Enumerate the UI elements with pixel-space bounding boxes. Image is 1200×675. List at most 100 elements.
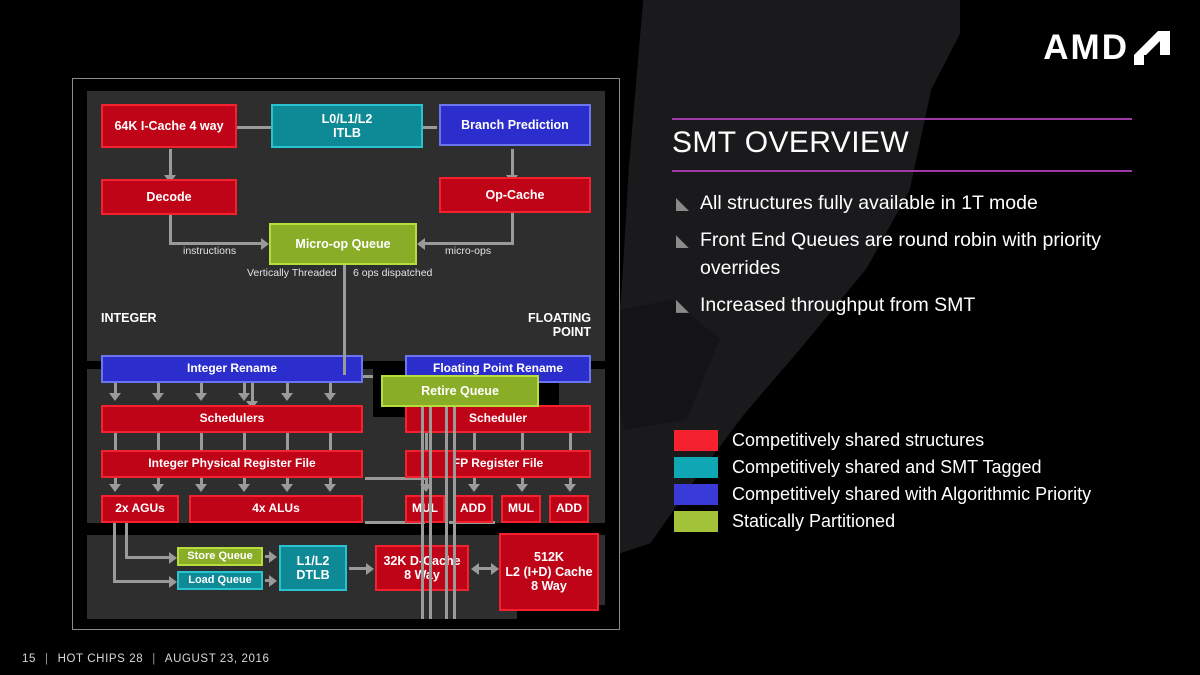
- list-item: All structures fully available in 1T mod…: [676, 190, 1146, 217]
- legend-swatch: [674, 484, 718, 505]
- agu-store-h: [113, 580, 175, 583]
- bullet-text: Increased throughput from SMT: [700, 293, 976, 316]
- int-pu-arrow-3: [195, 484, 207, 492]
- agu-load-h: [125, 556, 175, 559]
- box-branch-prediction: Branch Prediction: [439, 104, 591, 146]
- box-fp-scheduler: Scheduler: [405, 405, 591, 433]
- footer-event: HOT CHIPS 28: [57, 653, 144, 665]
- retire-line-3: [445, 407, 448, 619]
- int-fan-arrow-4: [238, 393, 250, 401]
- arrowhead-store-queue: [169, 552, 177, 564]
- legend-label: Statically Partitioned: [732, 511, 896, 531]
- arrowhead-load-queue: [169, 576, 177, 588]
- box-micro-op-queue: Micro-op Queue: [269, 223, 417, 265]
- legend-item: Competitively shared with Algorithmic Pr…: [674, 484, 1091, 505]
- box-l2-cache: 512K L2 (I+D) Cache 8 Way: [499, 533, 599, 611]
- label-vertically-threaded: Vertically Threaded: [247, 267, 337, 279]
- legend-label: Competitively shared and SMT Tagged: [732, 457, 1042, 477]
- title-rule-bottom: [672, 170, 1132, 172]
- fp-sp-4: [569, 433, 572, 450]
- label-instructions: instructions: [183, 245, 237, 257]
- connector-decode-down: [169, 211, 172, 245]
- footer-separator: |: [152, 653, 156, 665]
- int-pu-arrow-2: [152, 484, 164, 492]
- box-agus: 2x AGUs: [101, 495, 179, 523]
- connector-uopq-down: [343, 265, 346, 375]
- legend-item: Statically Partitioned: [674, 511, 1091, 532]
- box-fp-mul-0: MUL: [405, 495, 445, 523]
- box-integer-rename: Integer Rename: [101, 355, 363, 383]
- legend-swatch: [674, 430, 718, 451]
- triangle-bullet-icon: [676, 235, 689, 249]
- agu-store-down: [113, 523, 116, 583]
- slide-canvas: AMD SMT OVERVIEW All structures fully av…: [0, 0, 1200, 675]
- legend-swatch: [674, 511, 718, 532]
- box-integer-prf: Integer Physical Register File: [101, 450, 363, 478]
- box-fp-add-0: ADD: [453, 495, 493, 523]
- int-pu-arrow-4: [238, 484, 250, 492]
- footer-date: AUGUST 23, 2016: [164, 653, 270, 665]
- box-store-queue: Store Queue: [177, 547, 263, 566]
- box-op-cache: Op-Cache: [439, 177, 591, 213]
- int-sp-1: [114, 433, 117, 450]
- box-dtlb: L1/L2 DTLB: [279, 545, 347, 591]
- box-integer-schedulers: Schedulers: [101, 405, 363, 433]
- retire-line-2: [429, 407, 432, 619]
- legend: Competitively shared structures Competit…: [674, 430, 1091, 538]
- arrowhead-dtlb-bottom: [269, 575, 277, 587]
- fp-pu-arrow-2: [468, 484, 480, 492]
- int-pu-arrow-1: [109, 484, 121, 492]
- triangle-bullet-icon: [676, 299, 689, 313]
- int-fan-arrow-3: [195, 393, 207, 401]
- fp-pu-arrow-3: [516, 484, 528, 492]
- legend-label: Competitively shared with Algorithmic Pr…: [732, 484, 1092, 504]
- arrowhead-dcache-in: [471, 563, 479, 575]
- arrowhead-uopq-right: [417, 238, 425, 250]
- legend-item: Competitively shared and SMT Tagged: [674, 457, 1091, 478]
- agu-load-down: [125, 523, 128, 559]
- title-rule-top: [672, 118, 1132, 120]
- arrowhead-l2-in: [491, 563, 499, 575]
- page-title: SMT OVERVIEW: [672, 126, 910, 159]
- retire-line-1: [421, 407, 424, 619]
- fp-sp-2: [473, 433, 476, 450]
- bullet-text: Front End Queues are round robin with pr…: [700, 229, 1102, 279]
- box-load-queue: Load Queue: [177, 571, 263, 590]
- box-retire-queue: Retire Queue: [381, 375, 539, 407]
- fp-sp-3: [521, 433, 524, 450]
- int-fan-arrow-1: [109, 393, 121, 401]
- amd-logo: AMD: [1043, 30, 1170, 65]
- footer-page-number: 15: [22, 653, 36, 665]
- int-sp-4: [243, 433, 246, 450]
- connector-opcache-down: [511, 211, 514, 245]
- box-itlb: L0/L1/L2 ITLB: [271, 104, 423, 148]
- box-fp-mul-1: MUL: [501, 495, 541, 523]
- bullet-text: All structures fully available in 1T mod…: [700, 192, 1038, 214]
- int-fan-arrow-5: [281, 393, 293, 401]
- microarchitecture-diagram: 64K I-Cache 4 way L0/L1/L2 ITLB Branch P…: [72, 78, 620, 630]
- arrowhead-uopq-left: [261, 238, 269, 250]
- int-pu-arrow-6: [324, 484, 336, 492]
- arrowhead-dcache: [366, 563, 374, 575]
- box-fp-register-file: FP Register File: [405, 450, 591, 478]
- label-integer-section: INTEGER: [101, 311, 157, 325]
- int-pu-arrow-5: [281, 484, 293, 492]
- label-fp-section: FLOATING POINT: [528, 311, 591, 340]
- amd-wordmark: AMD: [1043, 28, 1129, 67]
- triangle-bullet-icon: [676, 198, 689, 211]
- footer: 15 | HOT CHIPS 28 | AUGUST 23, 2016: [22, 653, 269, 665]
- footer-separator: |: [45, 653, 49, 665]
- box-alus: 4x ALUs: [189, 495, 363, 523]
- int-sp-5: [286, 433, 289, 450]
- legend-swatch: [674, 457, 718, 478]
- fp-sp-1: [425, 433, 428, 450]
- legend-label: Competitively shared structures: [732, 430, 985, 450]
- int-sp-3: [200, 433, 203, 450]
- int-sp-2: [157, 433, 160, 450]
- label-ops-dispatched: 6 ops dispatched: [353, 267, 433, 279]
- box-decode: Decode: [101, 179, 237, 215]
- int-fan-arrow-2: [152, 393, 164, 401]
- list-item: Front End Queues are round robin with pr…: [676, 227, 1146, 282]
- label-micro-ops: micro-ops: [445, 245, 492, 257]
- list-item: Increased throughput from SMT: [676, 292, 1146, 319]
